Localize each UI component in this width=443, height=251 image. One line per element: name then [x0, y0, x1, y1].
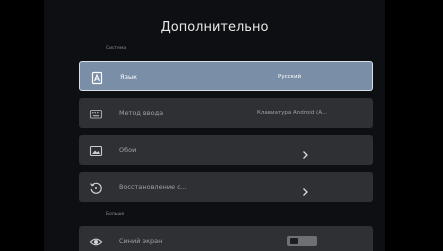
keyboard-icon [89, 106, 103, 120]
toggle-knob [290, 238, 298, 244]
settings-item-label: Обои [119, 146, 137, 154]
language-icon [90, 70, 104, 85]
section-label-other: Больше [106, 212, 125, 217]
settings-item-label: Синий экран [119, 237, 163, 245]
settings-item-input-method[interactable]: Метод ввода Клавиатура Android (A... [79, 98, 373, 128]
settings-item-label: Метод ввода [119, 109, 164, 117]
chevron-right-icon [300, 182, 310, 196]
settings-item-value: Клавиатура Android (A... [257, 110, 328, 116]
eye-icon [89, 234, 103, 248]
wallpaper-icon [89, 143, 103, 157]
blue-screen-toggle[interactable] [287, 236, 317, 246]
chevron-right-icon [300, 145, 310, 159]
settings-screen: Дополнительно Система Язык Русский Метод… [44, 0, 385, 251]
settings-item-wallpaper[interactable]: Обои [79, 135, 373, 165]
settings-item-value: Русский [278, 74, 302, 80]
settings-item-label: Восстановление с... [119, 183, 187, 191]
restore-icon [89, 180, 103, 194]
settings-item-restore[interactable]: Восстановление с... [79, 172, 373, 202]
page-title: Дополнительно [160, 20, 269, 35]
settings-item-blue-screen[interactable]: Синий экран [79, 226, 373, 251]
section-label-system: Система [106, 46, 127, 51]
settings-item-language[interactable]: Язык Русский [79, 61, 373, 91]
settings-item-label: Язык [120, 73, 138, 81]
